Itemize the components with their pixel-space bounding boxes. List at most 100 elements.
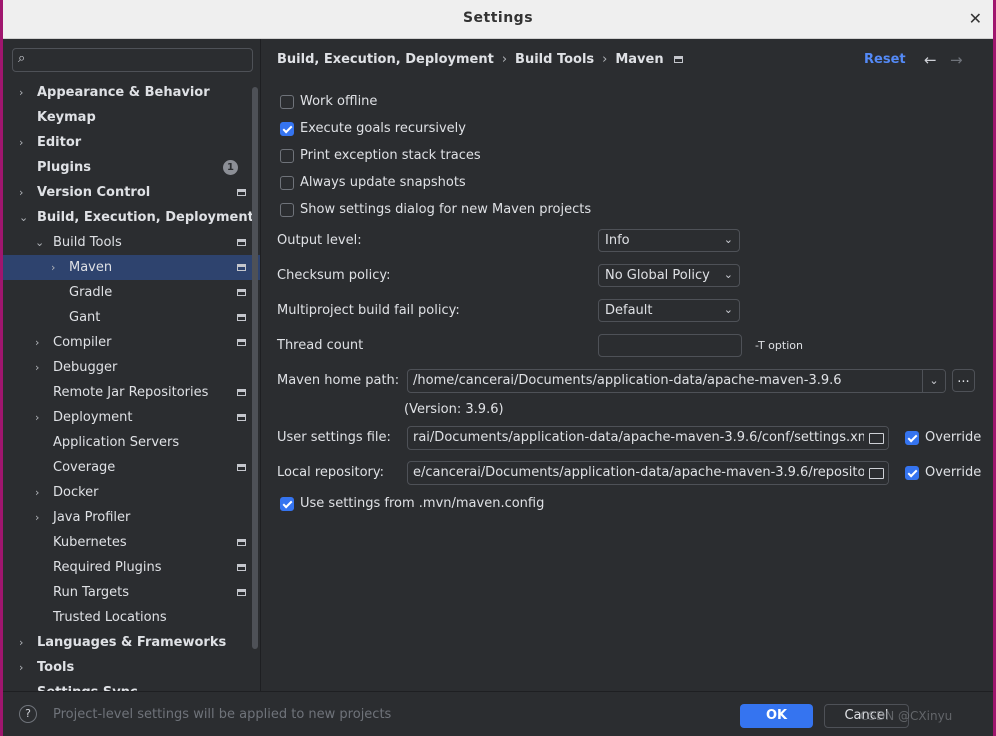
sidebar-scrollbar[interactable] — [252, 87, 258, 649]
sidebar-item-label: Trusted Locations — [53, 610, 167, 625]
close-icon[interactable]: ✕ — [969, 9, 982, 28]
output-level-select[interactable]: Info ⌄ — [598, 229, 740, 252]
reset-link[interactable]: Reset — [864, 52, 906, 67]
sidebar-item-deployment[interactable]: › Deployment — [3, 405, 260, 430]
sidebar-item-java-profiler[interactable]: › Java Profiler — [3, 505, 260, 530]
chevron-right-icon[interactable]: › — [19, 130, 23, 155]
path-value: e/cancerai/Documents/application-data/ap… — [413, 465, 879, 480]
sidebar-item-label: Coverage — [53, 460, 116, 475]
sidebar-item-label: Required Plugins — [53, 560, 162, 575]
chevron-down-icon[interactable]: ⌄ — [19, 205, 28, 230]
sidebar-item-build-execution-deployment[interactable]: ⌄ Build, Execution, Deployment — [3, 205, 260, 230]
sidebar-item-remote-jar-repositories[interactable]: Remote Jar Repositories — [3, 380, 260, 405]
user-settings-file-label: User settings file: — [277, 430, 391, 445]
project-scope-icon — [237, 314, 246, 321]
chevron-down-icon[interactable]: ⌄ — [922, 370, 945, 392]
chevron-right-icon[interactable]: › — [19, 630, 23, 655]
chevron-right-icon[interactable]: › — [35, 505, 39, 530]
forward-arrow-icon: → — [950, 51, 963, 69]
settings-window: Settings ✕ ⌕ › Appearance & Behavior Keyma… — [0, 0, 996, 736]
sidebar-item-gant[interactable]: Gant — [3, 305, 260, 330]
checkbox-label: Work offline — [300, 94, 378, 109]
chevron-right-icon[interactable]: › — [19, 180, 23, 205]
sidebar-item-label: Tools — [37, 660, 75, 675]
sidebar-item-docker[interactable]: › Docker — [3, 480, 260, 505]
sidebar: ⌕ › Appearance & Behavior Keymap › Editor Plu… — [3, 39, 261, 691]
breadcrumb-current: Maven — [615, 52, 664, 67]
sidebar-item-coverage[interactable]: Coverage — [3, 455, 260, 480]
user-settings-file-input[interactable]: rai/Documents/application-data/apache-ma… — [407, 426, 889, 450]
back-arrow-icon[interactable]: ← — [924, 51, 937, 69]
sidebar-item-label: Gant — [69, 310, 101, 325]
sidebar-item-debugger[interactable]: › Debugger — [3, 355, 260, 380]
project-scope-icon — [237, 264, 246, 271]
sidebar-item-version-control[interactable]: › Version Control — [3, 180, 260, 205]
thread-count-input[interactable] — [598, 334, 742, 357]
help-icon[interactable]: ? — [19, 705, 37, 723]
sidebar-item-tools[interactable]: › Tools — [3, 655, 260, 680]
maven-home-path-combo[interactable]: /home/cancerai/Documents/application-dat… — [407, 369, 946, 393]
project-scope-icon — [237, 564, 246, 571]
sidebar-item-build-tools[interactable]: ⌄ Build Tools — [3, 230, 260, 255]
select-value: Info — [605, 233, 630, 248]
chevron-right-icon[interactable]: › — [19, 655, 23, 680]
checkbox-box — [280, 176, 294, 190]
thread-count-label: Thread count — [277, 338, 364, 353]
checkbox-label: Always update snapshots — [300, 175, 466, 190]
chevron-right-icon[interactable]: › — [35, 330, 39, 355]
sidebar-item-compiler[interactable]: › Compiler — [3, 330, 260, 355]
chevron-right-icon[interactable]: › — [35, 355, 39, 380]
breadcrumb-item[interactable]: Build, Execution, Deployment — [277, 52, 494, 67]
sidebar-item-keymap[interactable]: Keymap — [3, 105, 260, 130]
chevron-down-icon: ⌄ — [723, 268, 733, 281]
chevron-down-icon[interactable]: ⌄ — [35, 230, 44, 255]
sidebar-item-label: Remote Jar Repositories — [53, 385, 209, 400]
ok-button[interactable]: OK — [740, 704, 813, 728]
project-scope-icon — [237, 414, 246, 421]
sidebar-item-settings-sync[interactable]: Settings Sync — [3, 680, 260, 691]
folder-icon[interactable] — [864, 427, 888, 449]
multiproject-fail-policy-select[interactable]: Default ⌄ — [598, 299, 740, 322]
sidebar-item-label: Appearance & Behavior — [37, 85, 210, 100]
folder-icon[interactable] — [864, 462, 888, 484]
sidebar-item-label: Debugger — [53, 360, 118, 375]
chevron-right-icon[interactable]: › — [35, 405, 39, 430]
path-value: rai/Documents/application-data/apache-ma… — [413, 430, 875, 445]
watermark: CSDN @CXinyu — [860, 709, 953, 723]
sidebar-item-appearance-behavior[interactable]: › Appearance & Behavior — [3, 80, 260, 105]
chevron-right-icon[interactable]: › — [51, 255, 55, 280]
sidebar-item-label: Version Control — [37, 185, 151, 200]
sidebar-item-run-targets[interactable]: Run Targets — [3, 580, 260, 605]
checkbox-label: Override — [925, 465, 982, 480]
sidebar-item-label: Docker — [53, 485, 99, 500]
chevron-right-icon[interactable]: › — [35, 480, 39, 505]
thread-count-hint: -T option — [755, 339, 803, 352]
breadcrumb-item[interactable]: Build Tools — [515, 52, 594, 67]
sidebar-item-plugins[interactable]: Plugins 1 — [3, 155, 260, 180]
sidebar-item-kubernetes[interactable]: Kubernetes — [3, 530, 260, 555]
sidebar-item-maven[interactable]: › Maven — [3, 255, 260, 280]
sidebar-item-required-plugins[interactable]: Required Plugins — [3, 555, 260, 580]
search-input[interactable]: ⌕ — [12, 48, 253, 72]
sidebar-item-trusted-locations[interactable]: Trusted Locations — [3, 605, 260, 630]
footer-hint: Project-level settings will be applied t… — [53, 707, 392, 722]
browse-button[interactable]: ... — [952, 369, 975, 392]
checkbox-label: Execute goals recursively — [300, 121, 466, 136]
project-scope-icon — [237, 239, 246, 246]
checksum-policy-select[interactable]: No Global Policy ⌄ — [598, 264, 740, 287]
local-repository-input[interactable]: e/cancerai/Documents/application-data/ap… — [407, 461, 889, 485]
breadcrumb: Build, Execution, Deployment › Build Tools… — [277, 52, 683, 67]
sidebar-item-gradle[interactable]: Gradle — [3, 280, 260, 305]
checkbox-label: Override — [925, 430, 982, 445]
project-scope-icon — [237, 389, 246, 396]
sidebar-item-label: Build Tools — [53, 235, 122, 250]
output-level-label: Output level: — [277, 233, 362, 248]
sidebar-item-label: Editor — [37, 135, 82, 150]
project-scope-icon — [237, 464, 246, 471]
chevron-right-icon[interactable]: › — [19, 80, 23, 105]
checkbox-box — [280, 149, 294, 163]
sidebar-item-label: Gradle — [69, 285, 113, 300]
sidebar-item-editor[interactable]: › Editor — [3, 130, 260, 155]
sidebar-item-application-servers[interactable]: Application Servers — [3, 430, 260, 455]
sidebar-item-languages-frameworks[interactable]: › Languages & Frameworks — [3, 630, 260, 655]
